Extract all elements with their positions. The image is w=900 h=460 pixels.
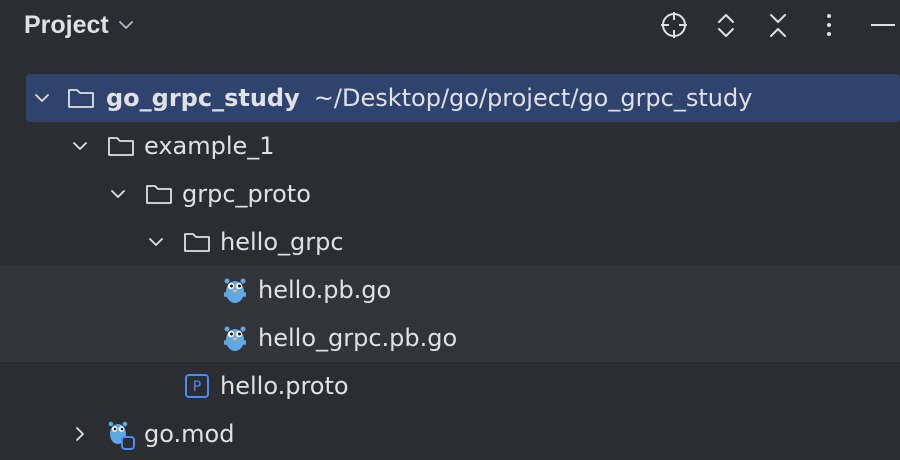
tree-item-label: hello.proto bbox=[220, 372, 349, 400]
tree-item-label: go.mod bbox=[144, 420, 235, 448]
tree-row-example-1[interactable]: example_1 bbox=[0, 122, 900, 170]
minimize-icon bbox=[868, 10, 898, 40]
more-options-button[interactable] bbox=[812, 8, 846, 42]
tree-item-label: grpc_proto bbox=[182, 180, 311, 208]
go-module-icon bbox=[106, 410, 136, 458]
chevron-down-icon[interactable] bbox=[144, 218, 168, 266]
proto-file-icon: P bbox=[182, 362, 212, 410]
collapse-all-icon bbox=[763, 10, 793, 40]
proto-icon-letter: P bbox=[193, 379, 201, 395]
chevron-down-icon bbox=[117, 16, 135, 34]
tree-row-root[interactable]: go_grpc_study ~/Desktop/go/project/go_gr… bbox=[0, 74, 900, 122]
project-panel-header: Project bbox=[0, 0, 900, 50]
expand-selected-button[interactable] bbox=[709, 8, 743, 42]
tree-row-hello-grpc[interactable]: hello_grpc bbox=[0, 218, 900, 266]
folder-icon bbox=[66, 74, 96, 122]
tree-row-hello-grpc-pb-go[interactable]: hello_grpc.pb.go bbox=[0, 314, 900, 362]
project-tree: go_grpc_study ~/Desktop/go/project/go_gr… bbox=[0, 74, 900, 458]
chevron-down-icon[interactable] bbox=[106, 170, 130, 218]
locate-icon bbox=[659, 10, 689, 40]
go-file-icon bbox=[220, 314, 250, 362]
more-options-icon bbox=[814, 10, 844, 40]
folder-icon bbox=[106, 122, 136, 170]
project-view-selector[interactable]: Project bbox=[24, 6, 135, 44]
tree-item-label: example_1 bbox=[144, 132, 275, 160]
minimize-button[interactable] bbox=[866, 8, 900, 42]
tree-item-label: hello_grpc bbox=[220, 228, 344, 256]
expand-collapse-icon bbox=[711, 10, 741, 40]
folder-icon bbox=[144, 170, 174, 218]
tree-row-go-mod[interactable]: go.mod bbox=[0, 410, 900, 458]
tree-item-label: go_grpc_study bbox=[106, 84, 300, 112]
chevron-down-icon[interactable] bbox=[68, 122, 92, 170]
tree-row-grpc-proto[interactable]: grpc_proto bbox=[0, 170, 900, 218]
panel-title: Project bbox=[24, 10, 109, 39]
go-file-icon bbox=[220, 266, 250, 314]
tree-item-label: hello.pb.go bbox=[258, 276, 392, 304]
chevron-right-icon[interactable] bbox=[68, 410, 92, 458]
folder-icon bbox=[182, 218, 212, 266]
chevron-down-icon[interactable] bbox=[30, 74, 54, 122]
tree-row-hello-pb-go[interactable]: hello.pb.go bbox=[0, 266, 900, 314]
locate-button[interactable] bbox=[657, 8, 691, 42]
tree-item-label: hello_grpc.pb.go bbox=[258, 324, 458, 352]
project-path: ~/Desktop/go/project/go_grpc_study bbox=[313, 84, 753, 112]
collapse-all-button[interactable] bbox=[761, 8, 795, 42]
tree-row-hello-proto[interactable]: P hello.proto bbox=[0, 362, 900, 410]
